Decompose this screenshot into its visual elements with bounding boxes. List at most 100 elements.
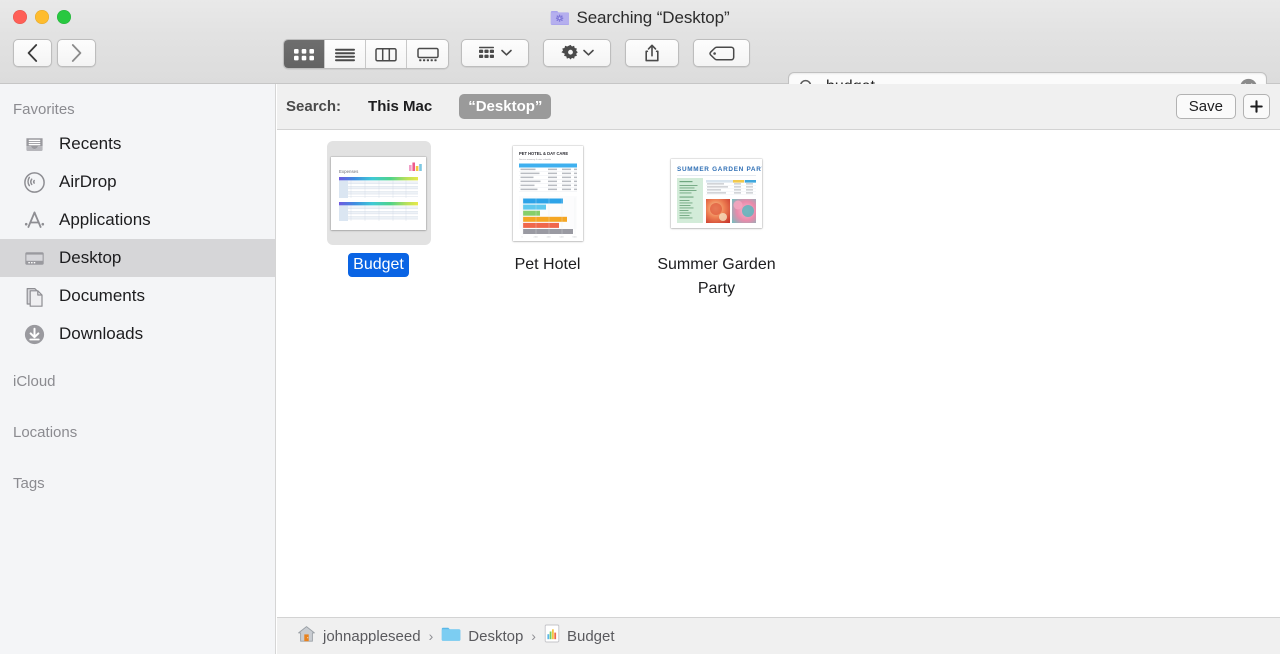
scope-option-this-mac[interactable]: This Mac — [359, 94, 441, 119]
save-button-label: Save — [1188, 98, 1223, 115]
window-title: Searching “Desktop” — [576, 7, 730, 27]
minimize-button[interactable] — [35, 10, 49, 24]
tag-icon — [708, 45, 734, 61]
sidebar-item-label: Recents — [59, 134, 122, 153]
summer-garden-party-thumbnail: SUMMER GARDEN PARTY — [671, 158, 762, 228]
forward-button[interactable] — [57, 39, 96, 67]
chevron-right-icon — [71, 44, 82, 62]
gallery-icon — [416, 47, 439, 61]
chevron-down-icon — [582, 49, 594, 56]
scope-actions: Save — [1175, 94, 1270, 119]
svg-text:0: 0 — [521, 236, 522, 238]
svg-text:SUMMER GARDEN PARTY: SUMMER GARDEN PARTY — [677, 166, 762, 173]
column-view-button[interactable] — [366, 40, 407, 68]
add-criteria-button[interactable] — [1243, 94, 1270, 119]
icon-view-button[interactable] — [284, 40, 325, 68]
grid-icon — [294, 48, 314, 60]
scope-option-desktop[interactable]: “Desktop” — [459, 94, 552, 119]
sidebar-section-tags[interactable]: Tags — [0, 459, 275, 499]
action-menu-button[interactable] — [543, 39, 611, 67]
path-label: johnappleseed — [323, 627, 421, 645]
downloads-icon — [22, 322, 46, 346]
file-item-pet-hotel[interactable]: PET HOTEL & DAY CARE Service summary & r… — [463, 135, 632, 301]
path-bar: johnappleseed › Desktop › Budget — [277, 617, 1280, 654]
scope-label: Search: — [286, 98, 342, 115]
back-button[interactable] — [13, 39, 52, 67]
file-item-budget[interactable]: Expenses Budget — [294, 135, 463, 301]
zoom-button[interactable] — [57, 10, 71, 24]
columns-icon — [375, 47, 397, 62]
path-segment-home[interactable]: johnappleseed — [297, 625, 421, 648]
file-grid: Expenses Budget PET HOTEL & DAY CARE Ser… — [277, 131, 1280, 301]
save-search-button[interactable]: Save — [1175, 94, 1236, 119]
file-label[interactable]: Budget — [348, 253, 409, 277]
group-by-button[interactable] — [461, 39, 529, 67]
chevron-down-icon — [501, 49, 512, 56]
search-scope-bar: Search: This Mac “Desktop” Save — [277, 84, 1280, 130]
plus-icon — [1250, 100, 1263, 113]
sidebar-item-label: Desktop — [59, 248, 122, 267]
path-separator: › — [428, 628, 434, 644]
applications-icon — [22, 208, 46, 232]
svg-text:Expenses: Expenses — [339, 169, 359, 174]
sidebar: Favorites Recents AirDrop Applications D… — [0, 84, 276, 654]
desktop-icon — [22, 246, 46, 270]
path-separator: › — [531, 628, 536, 644]
pet-hotel-thumbnail: PET HOTEL & DAY CARE Service summary & r… — [512, 145, 583, 241]
svg-text:4,000: 4,000 — [546, 236, 550, 238]
sidebar-item-airdrop[interactable]: AirDrop — [0, 163, 275, 201]
svg-text:PET HOTEL & DAY CARE: PET HOTEL & DAY CARE — [519, 151, 568, 156]
sidebar-item-label: Applications — [59, 210, 151, 229]
navigation-buttons — [13, 39, 96, 67]
chevron-left-icon — [27, 44, 38, 62]
close-button[interactable] — [13, 10, 27, 24]
file-thumbnail-wrapper: SUMMER GARDEN PARTY — [665, 141, 769, 245]
sidebar-item-desktop[interactable]: Desktop — [0, 239, 275, 277]
svg-text:Service summary & rates schedu: Service summary & rates schedule — [519, 158, 552, 161]
sidebar-item-documents[interactable]: Documents — [0, 277, 275, 315]
recents-icon — [22, 132, 46, 156]
file-browser-content[interactable]: Expenses Budget PET HOTEL & DAY CARE Ser… — [277, 131, 1280, 617]
share-icon — [645, 44, 659, 61]
file-thumbnail-wrapper: PET HOTEL & DAY CARE Service summary & r… — [496, 141, 600, 245]
tag-button[interactable] — [693, 39, 750, 67]
numbers-doc-icon — [544, 624, 560, 648]
file-label[interactable]: Summer Garden Party — [642, 253, 792, 301]
file-thumbnail-wrapper: Expenses — [326, 141, 431, 245]
sidebar-item-label: AirDrop — [59, 172, 117, 191]
list-view-button[interactable] — [325, 40, 366, 68]
sidebar-item-label: Downloads — [59, 324, 144, 343]
smart-folder-icon — [550, 9, 570, 26]
svg-text:6,000: 6,000 — [559, 236, 563, 238]
window-title-area: Searching “Desktop” — [0, 0, 1280, 35]
svg-text:2,000: 2,000 — [533, 236, 537, 238]
gallery-view-button[interactable] — [407, 40, 448, 68]
airdrop-icon — [22, 170, 46, 194]
sidebar-item-applications[interactable]: Applications — [0, 201, 275, 239]
gear-icon — [560, 44, 578, 59]
traffic-lights — [13, 10, 71, 24]
view-mode-group — [283, 39, 449, 69]
sidebar-item-recents[interactable]: Recents — [0, 125, 275, 163]
svg-text:8,000: 8,000 — [572, 236, 576, 238]
sidebar-section-locations[interactable]: Locations — [0, 408, 275, 459]
sidebar-item-label: Documents — [59, 286, 145, 305]
sidebar-section-icloud[interactable]: iCloud — [0, 353, 275, 408]
documents-icon — [22, 284, 46, 308]
finder-window: Searching “Desktop” Favorites Recents Ai… — [0, 0, 1280, 654]
group-by-icon — [479, 46, 494, 58]
folder-icon — [441, 626, 461, 647]
path-label: Desktop — [468, 627, 524, 645]
budget-thumbnail: Expenses — [331, 156, 426, 230]
file-label[interactable]: Pet Hotel — [510, 253, 586, 277]
path-label: Budget — [566, 627, 615, 645]
share-button[interactable] — [625, 39, 679, 67]
toolbar: budget — [0, 35, 1280, 102]
path-segment-desktop[interactable]: Desktop — [441, 626, 523, 647]
path-segment-budget[interactable]: Budget — [544, 624, 615, 648]
sidebar-section-favorites: Favorites — [13, 101, 75, 118]
list-icon — [335, 48, 355, 61]
file-item-summer-garden-party[interactable]: SUMMER GARDEN PARTY Summer Garden Party — [632, 135, 801, 301]
sidebar-item-downloads[interactable]: Downloads — [0, 315, 275, 353]
home-icon — [297, 625, 316, 648]
